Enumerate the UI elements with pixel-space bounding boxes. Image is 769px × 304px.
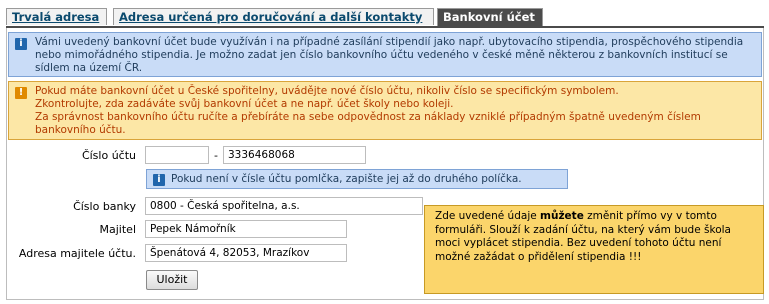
info-message-text: Vámi uvedený bankovní účet bude využíván… [35,36,744,74]
owner-input[interactable]: Pepek Námořník [145,220,347,238]
owner-address-input[interactable]: Špenátová 4, 82053, Mrazíkov [145,244,347,262]
info-icon: i [15,38,27,50]
tooltip-text-before: Zde uvedené údaje [435,210,541,222]
warning-message: ! Pokud máte bankovní účet u České spoři… [8,81,762,140]
account-hint-text: Pokud není v čísle účtu pomlčka, zapište… [171,173,522,185]
tab-bank-account[interactable]: Bankovní účet [437,8,543,26]
account-separator: - [214,149,218,162]
save-button[interactable]: Uložit [146,270,198,290]
account-number-label: Číslo účtu [81,149,136,162]
account-hint: i Pokud není v čísle účtu pomlčka, zapiš… [146,169,568,189]
warning-line-3: Za správnost bankovního účtu ručíte a př… [35,111,701,136]
bank-code-label: Číslo banky [73,200,136,213]
owner-address-label: Adresa majitele účtu. [18,247,136,260]
tab-permanent-address[interactable]: Trvalá adresa [6,8,107,25]
warning-line-2: Zkontrolujte, zda zadáváte svůj bankovní… [35,98,454,110]
owner-label: Majitel [99,223,136,236]
warning-icon: ! [15,87,27,99]
tab-delivery-address-contacts[interactable]: Adresa určená pro doručování a další kon… [113,8,434,25]
tooltip-text-bold: můžete [540,210,584,222]
tab-bar: Trvalá adresa Adresa určená pro doručová… [6,6,766,26]
bank-code-select[interactable]: 0800 - Česká spořitelna, a.s. [145,197,423,215]
info-message: i Vámi uvedený bankovní účet bude využív… [8,32,762,77]
account-number-input[interactable]: 3336468068 [223,146,366,164]
help-tooltip: Zde uvedené údaje můžete změnit přímo vy… [424,205,764,294]
warning-line-1: Pokud máte bankovní účet u České spořite… [35,85,619,97]
info-icon: i [153,174,165,186]
account-prefix-input[interactable] [145,146,209,164]
